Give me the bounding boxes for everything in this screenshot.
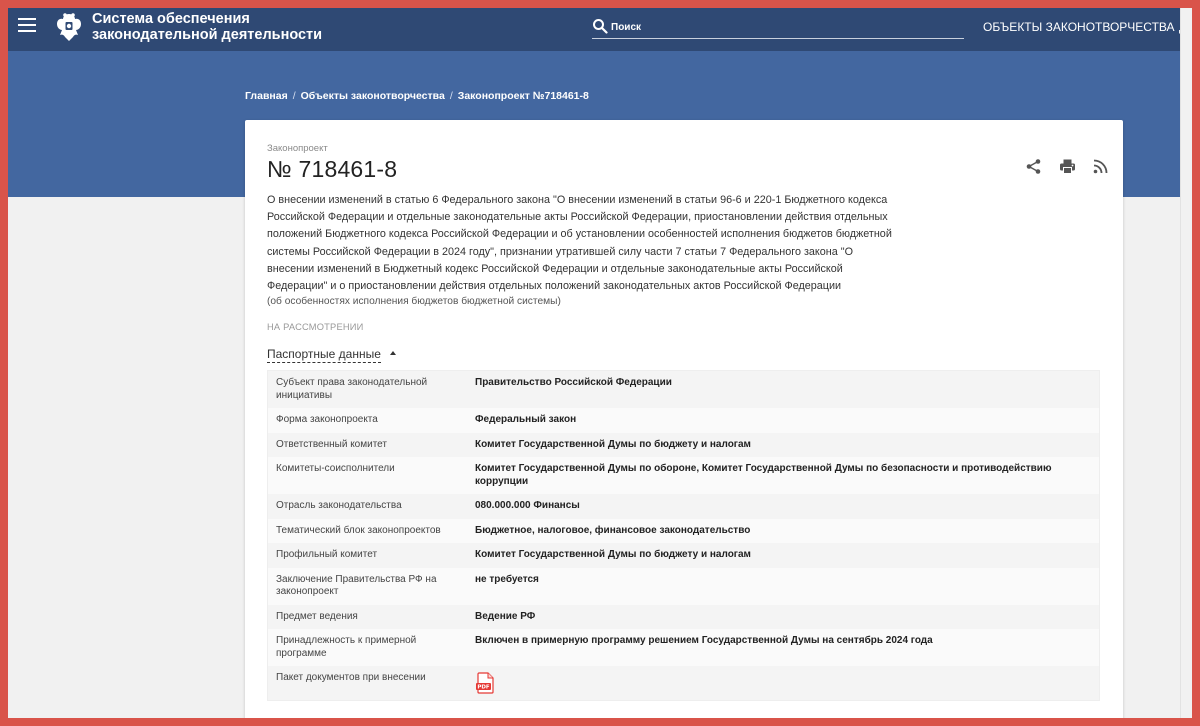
passport-label: Принадлежность к примерной программе (276, 635, 417, 659)
passport-row: Субъект права законодательной инициативы… (268, 371, 1099, 408)
passport-value: Федеральный закон (475, 414, 577, 425)
pdf-icon[interactable]: PDF (475, 672, 495, 694)
passport-value: Комитет Государственной Думы по обороне,… (475, 463, 1052, 487)
breadcrumb-objects[interactable]: Объекты законотворчества (301, 90, 445, 102)
site-title[interactable]: Система обеспечения законодательной деят… (92, 11, 322, 43)
emblem-icon[interactable] (54, 11, 84, 43)
site-title-line2: законодательной деятельности (92, 27, 323, 43)
print-icon[interactable] (1059, 158, 1076, 175)
bill-description: О внесении изменений в статью 6 Федераль… (267, 192, 912, 295)
svg-text:PDF: PDF (477, 685, 490, 691)
breadcrumb: Главная / Объекты законотворчества / Законоп… (245, 90, 589, 102)
bill-description-line: положений Бюджетного кодекса Российской … (267, 228, 892, 241)
rss-icon[interactable] (1092, 158, 1109, 175)
bill-description-line: Российской Федерации и отдельные законод… (267, 211, 888, 224)
passport-value: Бюджетное, налоговое, финансовое законод… (475, 524, 751, 536)
passport-row: Комитеты-соисполнители Комитет Государст… (268, 457, 1099, 494)
bill-number: № 718461-8 (267, 156, 398, 182)
top-navbar: Система обеспечения законодательной деят… (8, 8, 1192, 51)
hamburger-menu-icon[interactable] (18, 18, 36, 32)
passport-row: Отрасль законодательства 080.000.000 Фин… (268, 494, 1099, 519)
passport-label: Отрасль законодательства (276, 500, 402, 511)
passport-value: Включен в примерную программу решением Г… (475, 635, 933, 646)
passport-row: Принадлежность к примерной программе Вкл… (268, 629, 1099, 666)
passport-row: Профильный комитет Комитет Государственн… (268, 543, 1099, 568)
passport-row: Пакет документов при внесении PDF (268, 666, 1099, 700)
passport-label: Ответственный комитет (276, 438, 387, 450)
bill-subnote: (об особенностях исполнения бюджетов бюд… (267, 296, 561, 307)
passport-value: Комитет Государственной Думы по бюджету … (475, 438, 751, 450)
passport-row: Форма законопроекта Федеральный закон (268, 408, 1099, 433)
passport-value: PDF (475, 666, 1099, 700)
passport-data-toggle[interactable]: Паспортные данные (267, 347, 381, 363)
passport-row: Предмет ведения Ведение РФ (268, 604, 1099, 629)
passport-label: Тематический блок законопроектов (276, 524, 441, 536)
passport-label: Субъект права законодательной инициативы (276, 377, 428, 401)
page-scrollbar[interactable] (1180, 8, 1192, 718)
search-icon[interactable] (592, 18, 608, 34)
bill-description-line: внесении изменений в Бюджетный кодекс Ро… (267, 262, 843, 275)
passport-row: Ответственный комитет Комитет Государств… (268, 432, 1099, 457)
passport-label: Предмет ведения (276, 610, 358, 622)
search-input[interactable] (611, 17, 961, 37)
bill-actions (1013, 158, 1109, 176)
passport-row: Тематический блок законопроектов Бюджетн… (268, 518, 1099, 543)
bill-description-line: системы Российской Федерации в 2024 году… (267, 245, 853, 258)
bill-description-line: Федерации" и о приостановлении действия … (267, 280, 842, 293)
passport-value: 080.000.000 Финансы (475, 500, 580, 511)
search-bar (592, 17, 964, 39)
passport-value: не требуется (475, 573, 539, 585)
breadcrumb-home[interactable]: Главная (245, 90, 288, 102)
site-title-line1: Система обеспечения (92, 11, 250, 27)
passport-label: Профильный комитет (276, 549, 378, 560)
passport-label: Пакет документов при внесении (276, 672, 426, 683)
passport-label: Заключение Правительства РФ на законопро… (276, 573, 437, 598)
nav-link-objects[interactable]: ОБЪЕКТЫ ЗАКОНОТВОРЧЕСТВА (983, 20, 1175, 34)
passport-value: Ведение РФ (475, 610, 536, 622)
passport-value: Правительство Российской Федерации (475, 377, 672, 388)
passport-label: Форма законопроекта (276, 414, 378, 425)
passport-label: Комитеты-соисполнители (276, 463, 395, 474)
passport-row: Заключение Правительства РФ на законопро… (268, 567, 1099, 605)
passport-value: Комитет Государственной Думы по бюджету … (475, 549, 751, 560)
passport-table: Субъект права законодательной инициативы… (267, 370, 1100, 701)
bill-kind: Законопроект (267, 143, 328, 154)
bill-card: Законопроект № 718461-8 О внесении измен… (245, 120, 1123, 718)
caret-up-icon[interactable] (390, 351, 396, 355)
share-icon[interactable] (1025, 158, 1042, 175)
breadcrumb-current: Законопроект №718461-8 (457, 90, 589, 102)
bill-description-line: О внесении изменений в статью 6 Федераль… (267, 194, 888, 206)
bill-status: НА РАССМОТРЕНИИ (267, 322, 364, 332)
browser-viewport: Система обеспечения законодательной деят… (8, 8, 1192, 718)
